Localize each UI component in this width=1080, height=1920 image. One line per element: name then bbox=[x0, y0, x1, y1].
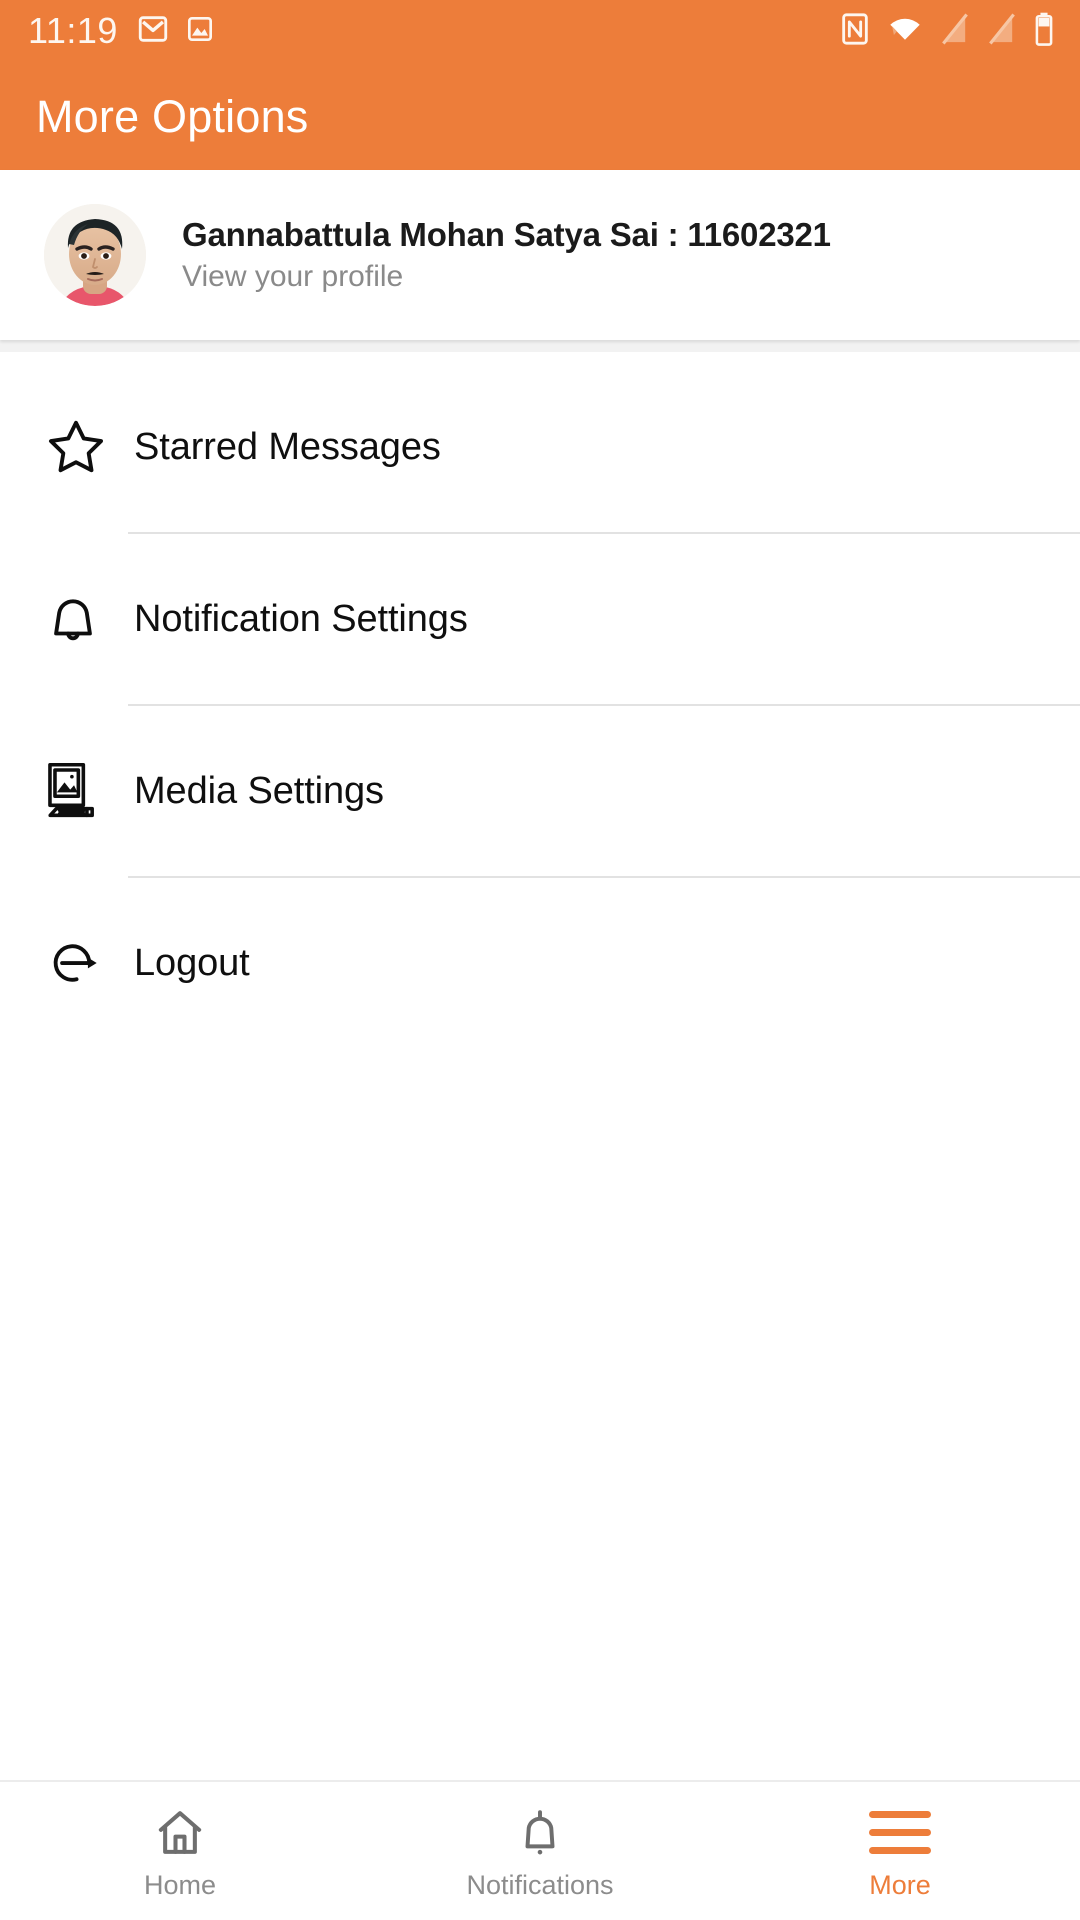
nav-item-label: Notifications bbox=[466, 1869, 614, 1900]
image-icon bbox=[184, 13, 216, 50]
nav-item-label: Home bbox=[143, 1869, 217, 1900]
profile-card[interactable]: Gannabattula Mohan Satya Sai : 11602321 … bbox=[0, 170, 1080, 340]
page-title: More Options bbox=[36, 90, 309, 142]
status-right-icons bbox=[840, 12, 1054, 51]
menu-item-logout[interactable]: Logout bbox=[0, 878, 1080, 1048]
status-clock: 11:19 bbox=[28, 10, 118, 51]
media-image-pencil-icon bbox=[44, 759, 120, 823]
menu-item-notification-settings[interactable]: Notification Settings bbox=[0, 534, 1080, 704]
status-bar: 11:19 bbox=[0, 0, 1080, 62]
bottom-navigation: Home Notifications More bbox=[0, 1780, 1080, 1920]
nfc-icon bbox=[840, 12, 870, 51]
profile-text: Gannabattula Mohan Satya Sai : 11602321 … bbox=[182, 216, 831, 294]
profile-name: Gannabattula Mohan Satya Sai : 11602321 bbox=[182, 215, 831, 253]
nav-item-home[interactable]: Home bbox=[0, 1782, 360, 1920]
nav-item-more[interactable]: More bbox=[720, 1782, 1080, 1920]
menu-item-label: Notification Settings bbox=[134, 598, 468, 640]
logout-arrow-icon bbox=[44, 932, 120, 994]
menu-item-label: Media Settings bbox=[134, 770, 384, 812]
menu-item-media-settings[interactable]: Media Settings bbox=[0, 706, 1080, 876]
menu-item-label: Logout bbox=[134, 942, 250, 984]
menu-item-label: Starred Messages bbox=[134, 426, 441, 468]
options-menu: Starred Messages Notification Settings M… bbox=[0, 352, 1080, 1780]
wifi-icon bbox=[887, 14, 923, 49]
bell-icon bbox=[44, 588, 120, 650]
signal-off-icon bbox=[940, 12, 970, 50]
bell-icon bbox=[515, 1804, 565, 1862]
section-gap bbox=[0, 340, 1080, 352]
user-photo-avatar bbox=[44, 204, 146, 306]
avatar[interactable] bbox=[44, 204, 146, 306]
gmail-icon bbox=[136, 12, 170, 51]
home-icon bbox=[153, 1804, 207, 1862]
app-root: 11:19 More Options Gannabattula Mohan Sa… bbox=[0, 0, 1080, 1920]
app-bar: More Options bbox=[0, 62, 1080, 170]
star-icon bbox=[44, 416, 120, 478]
nav-item-notifications[interactable]: Notifications bbox=[360, 1782, 720, 1920]
battery-icon bbox=[1034, 12, 1054, 51]
status-left-icons bbox=[136, 12, 216, 51]
hamburger-menu-icon bbox=[869, 1804, 931, 1862]
menu-item-starred-messages[interactable]: Starred Messages bbox=[0, 362, 1080, 532]
view-profile-link[interactable]: View your profile bbox=[182, 260, 831, 295]
menu-empty-space bbox=[0, 1048, 1080, 1780]
nav-item-label: More bbox=[869, 1869, 931, 1900]
signal-off-icon bbox=[987, 12, 1017, 50]
